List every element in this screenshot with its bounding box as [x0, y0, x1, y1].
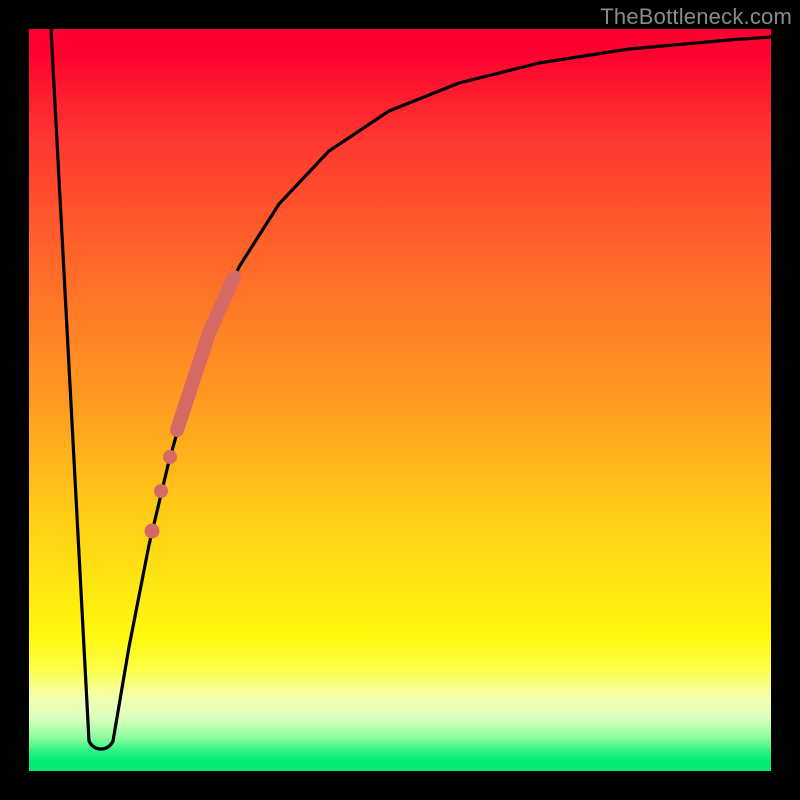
plot-area [29, 29, 771, 771]
highlight-dot [145, 524, 160, 539]
curve-layer [29, 29, 771, 771]
watermark: TheBottleneck.com [600, 4, 792, 30]
bottleneck-curve [51, 29, 771, 749]
highlight-dot [163, 450, 177, 464]
highlight-segment [177, 277, 234, 430]
chart-frame: TheBottleneck.com [0, 0, 800, 800]
highlight-dot [154, 484, 168, 498]
